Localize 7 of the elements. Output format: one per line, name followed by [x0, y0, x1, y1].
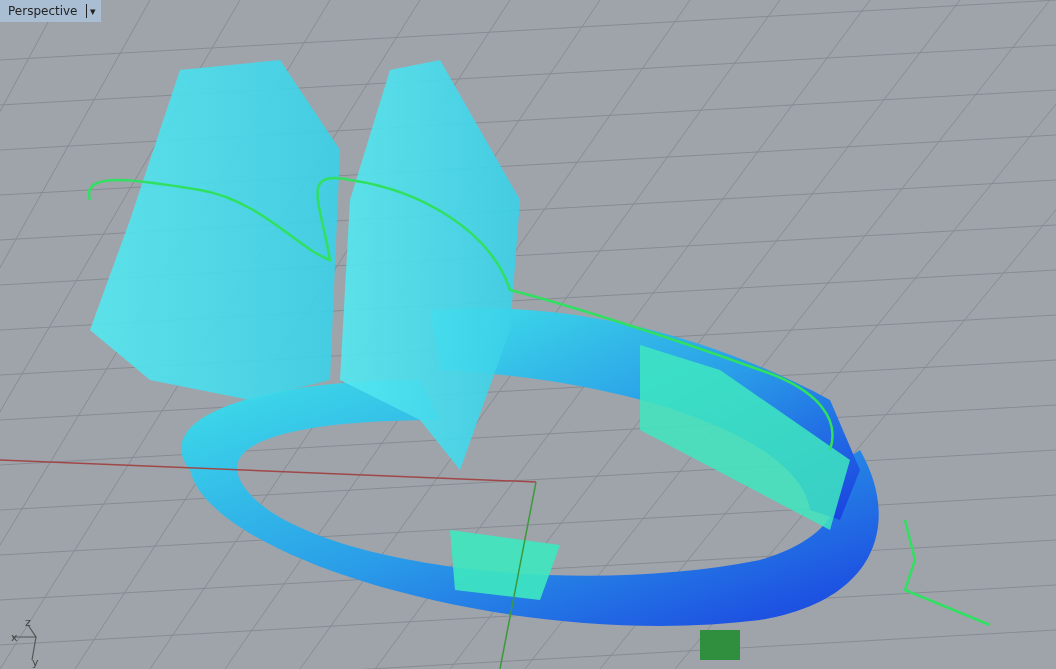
axis-label: z [25, 616, 31, 629]
viewport-menu-button[interactable]: ▾ [86, 4, 99, 18]
axis-triad-icon [11, 624, 38, 661]
viewport-title[interactable]: Perspective [8, 4, 78, 18]
viewport-title-tab[interactable]: Perspective ▾ [0, 0, 101, 22]
axis-label: x [11, 631, 18, 644]
axis-label: y [32, 656, 39, 669]
